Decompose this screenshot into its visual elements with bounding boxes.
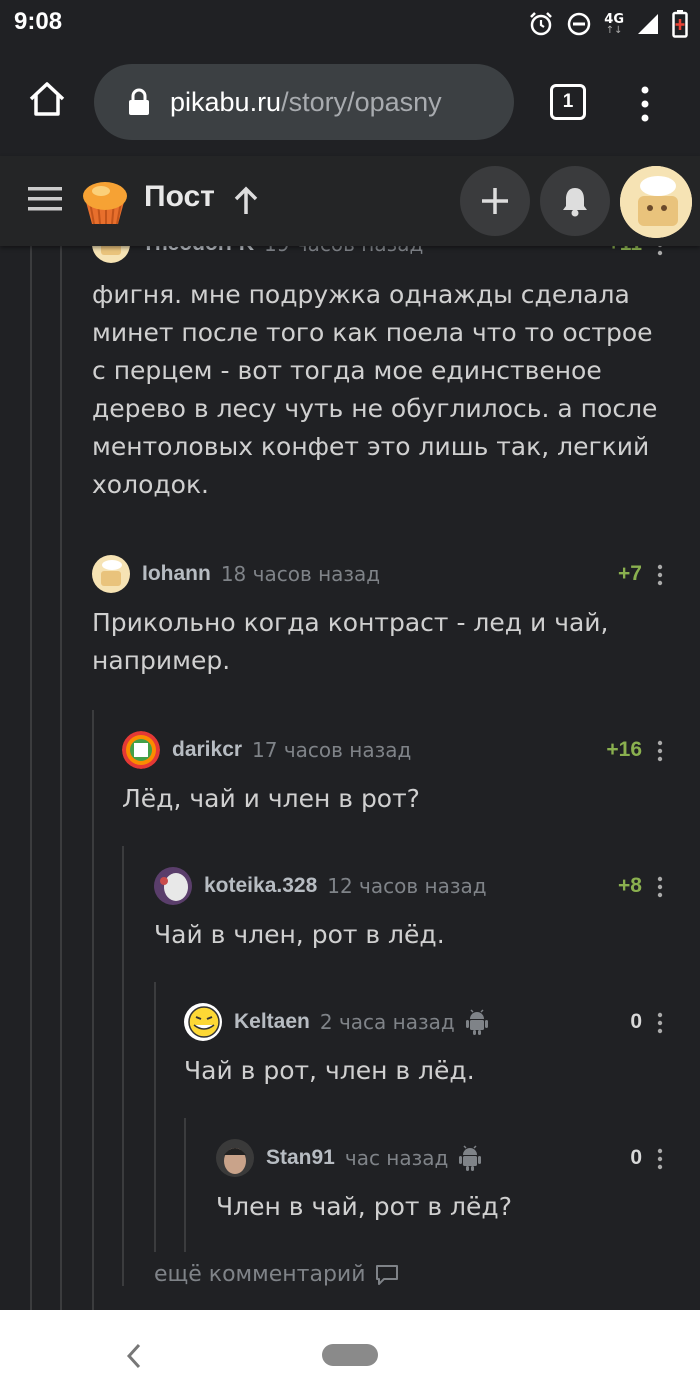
bell-icon (563, 188, 587, 217)
avatar[interactable] (92, 246, 130, 263)
comment-author[interactable]: Keltaen (234, 1010, 310, 1034)
avatar-image (92, 246, 130, 263)
comment-author[interactable]: koteika.328 (204, 874, 317, 898)
comment-time: 2 часа назад (319, 1010, 455, 1034)
comment-author[interactable]: Stan91 (266, 1146, 335, 1170)
comment-text: Чай в член, рот в лёд. (154, 920, 445, 949)
dnd-icon (568, 12, 591, 36)
comment-time: 17 часов назад (252, 738, 412, 762)
battery-icon (672, 10, 688, 38)
avatar[interactable] (92, 555, 130, 593)
comment-author[interactable]: TheodorFK (142, 246, 254, 256)
comment-header: TheodorFK 19 часов назад (92, 246, 433, 264)
back-icon[interactable] (124, 1342, 144, 1370)
comment-header: darikcr 17 часов назад (122, 730, 421, 770)
network-label: 4G (604, 11, 624, 27)
comments-feed: TheodorFK 19 часов назад +11 фигня. мне … (0, 246, 700, 1310)
avatar-image (184, 1003, 222, 1041)
more-vert-icon[interactable] (634, 84, 656, 124)
comment-rating: +7 (618, 562, 642, 585)
site-header: Пост (0, 156, 700, 246)
thread-line-3 (92, 710, 94, 1310)
avatar-image (122, 731, 160, 769)
browser-toolbar: pikabu.ru/story/opasny 1 (0, 48, 700, 156)
home-icon[interactable] (26, 78, 68, 120)
more-vert-icon[interactable] (656, 1148, 664, 1170)
more-vert-icon[interactable] (656, 740, 664, 762)
avatar-image (92, 555, 130, 593)
tabs-button[interactable]: 1 (550, 84, 586, 120)
more-vert-icon[interactable] (656, 1012, 664, 1034)
comment-text: Лёд, чай и член в рот? (122, 784, 420, 813)
more-vert-icon[interactable] (656, 246, 664, 256)
avatar-image (216, 1139, 254, 1177)
avatar[interactable] (154, 867, 192, 905)
status-icons: 4G ↑↓ (528, 10, 688, 38)
add-post-button[interactable] (460, 166, 530, 236)
more-vert-icon[interactable] (656, 564, 664, 586)
alarm-icon (530, 12, 553, 36)
comment-time: час назад (344, 1146, 449, 1170)
comment-header: Keltaen 2 часа назад (184, 1002, 489, 1042)
comment-text: Прикольно когда контраст - лед и чай, на… (92, 608, 609, 675)
comment-icon (375, 1264, 398, 1285)
thread-line-5 (154, 982, 156, 1252)
avatar[interactable] (184, 1003, 222, 1041)
comment-header: Stan91 час назад (216, 1138, 482, 1178)
avatar-image (154, 867, 192, 905)
thread-line-2 (60, 246, 62, 1310)
comment-text: фигня. мне подружка однажды сделала мине… (92, 280, 658, 499)
system-nav-bar (0, 1310, 700, 1400)
more-comments-label: ещё комментарий (154, 1262, 366, 1287)
comment-rating: +8 (618, 874, 642, 897)
comment-rating: 0 (630, 1146, 642, 1169)
thread-line-6 (184, 1118, 186, 1252)
comment-text: Чай в рот, член в лёд. (184, 1056, 475, 1085)
more-vert-icon[interactable] (656, 876, 664, 898)
avatar[interactable] (216, 1139, 254, 1177)
url-text: pikabu.ru/story/opasny (170, 87, 442, 118)
avatar[interactable] (122, 731, 160, 769)
comment-header: Iohann 18 часов назад (92, 554, 390, 594)
url-bar[interactable]: pikabu.ru/story/opasny (94, 64, 514, 140)
comment-rating: +16 (606, 738, 642, 761)
comment-header: koteika.328 12 часов назад (154, 866, 497, 906)
comment-text: Член в чай, рот в лёд? (216, 1192, 512, 1221)
user-avatar[interactable] (620, 166, 692, 238)
url-path: /story/opasny (281, 86, 442, 117)
network-sub: ↑↓ (605, 24, 623, 36)
android-icon (459, 1145, 482, 1171)
lock-icon (129, 88, 149, 115)
comment-author[interactable]: darikcr (172, 738, 242, 762)
more-comments-link[interactable]: ещё комментарий (154, 1262, 400, 1287)
pikabu-logo[interactable] (78, 174, 132, 228)
network-indicator: 4G ↑↓ (604, 13, 624, 36)
status-time: 9:08 (14, 8, 63, 35)
arrow-up-icon[interactable] (232, 186, 260, 216)
comment-time: 12 часов назад (327, 874, 487, 898)
url-domain: pikabu.ru (170, 86, 282, 117)
page-title: Пост (144, 180, 215, 213)
notifications-button[interactable] (540, 166, 610, 236)
home-gesture-pill[interactable] (322, 1344, 378, 1366)
comment-author[interactable]: Iohann (142, 562, 211, 586)
comment-time: 18 часов назад (220, 562, 381, 586)
status-bar: 9:08 4G ↑↓ (0, 0, 700, 48)
thread-line-4 (122, 846, 124, 1286)
plus-icon (482, 188, 508, 214)
comment-time: 19 часов назад (264, 246, 423, 256)
android-icon (465, 1009, 488, 1035)
thread-line-1 (30, 246, 32, 1310)
signal-icon (638, 14, 658, 34)
comment-rating: 0 (630, 1010, 642, 1033)
hamburger-icon[interactable] (28, 186, 62, 212)
avatar-image (620, 166, 692, 238)
comment-rating: +11 (582, 246, 642, 256)
